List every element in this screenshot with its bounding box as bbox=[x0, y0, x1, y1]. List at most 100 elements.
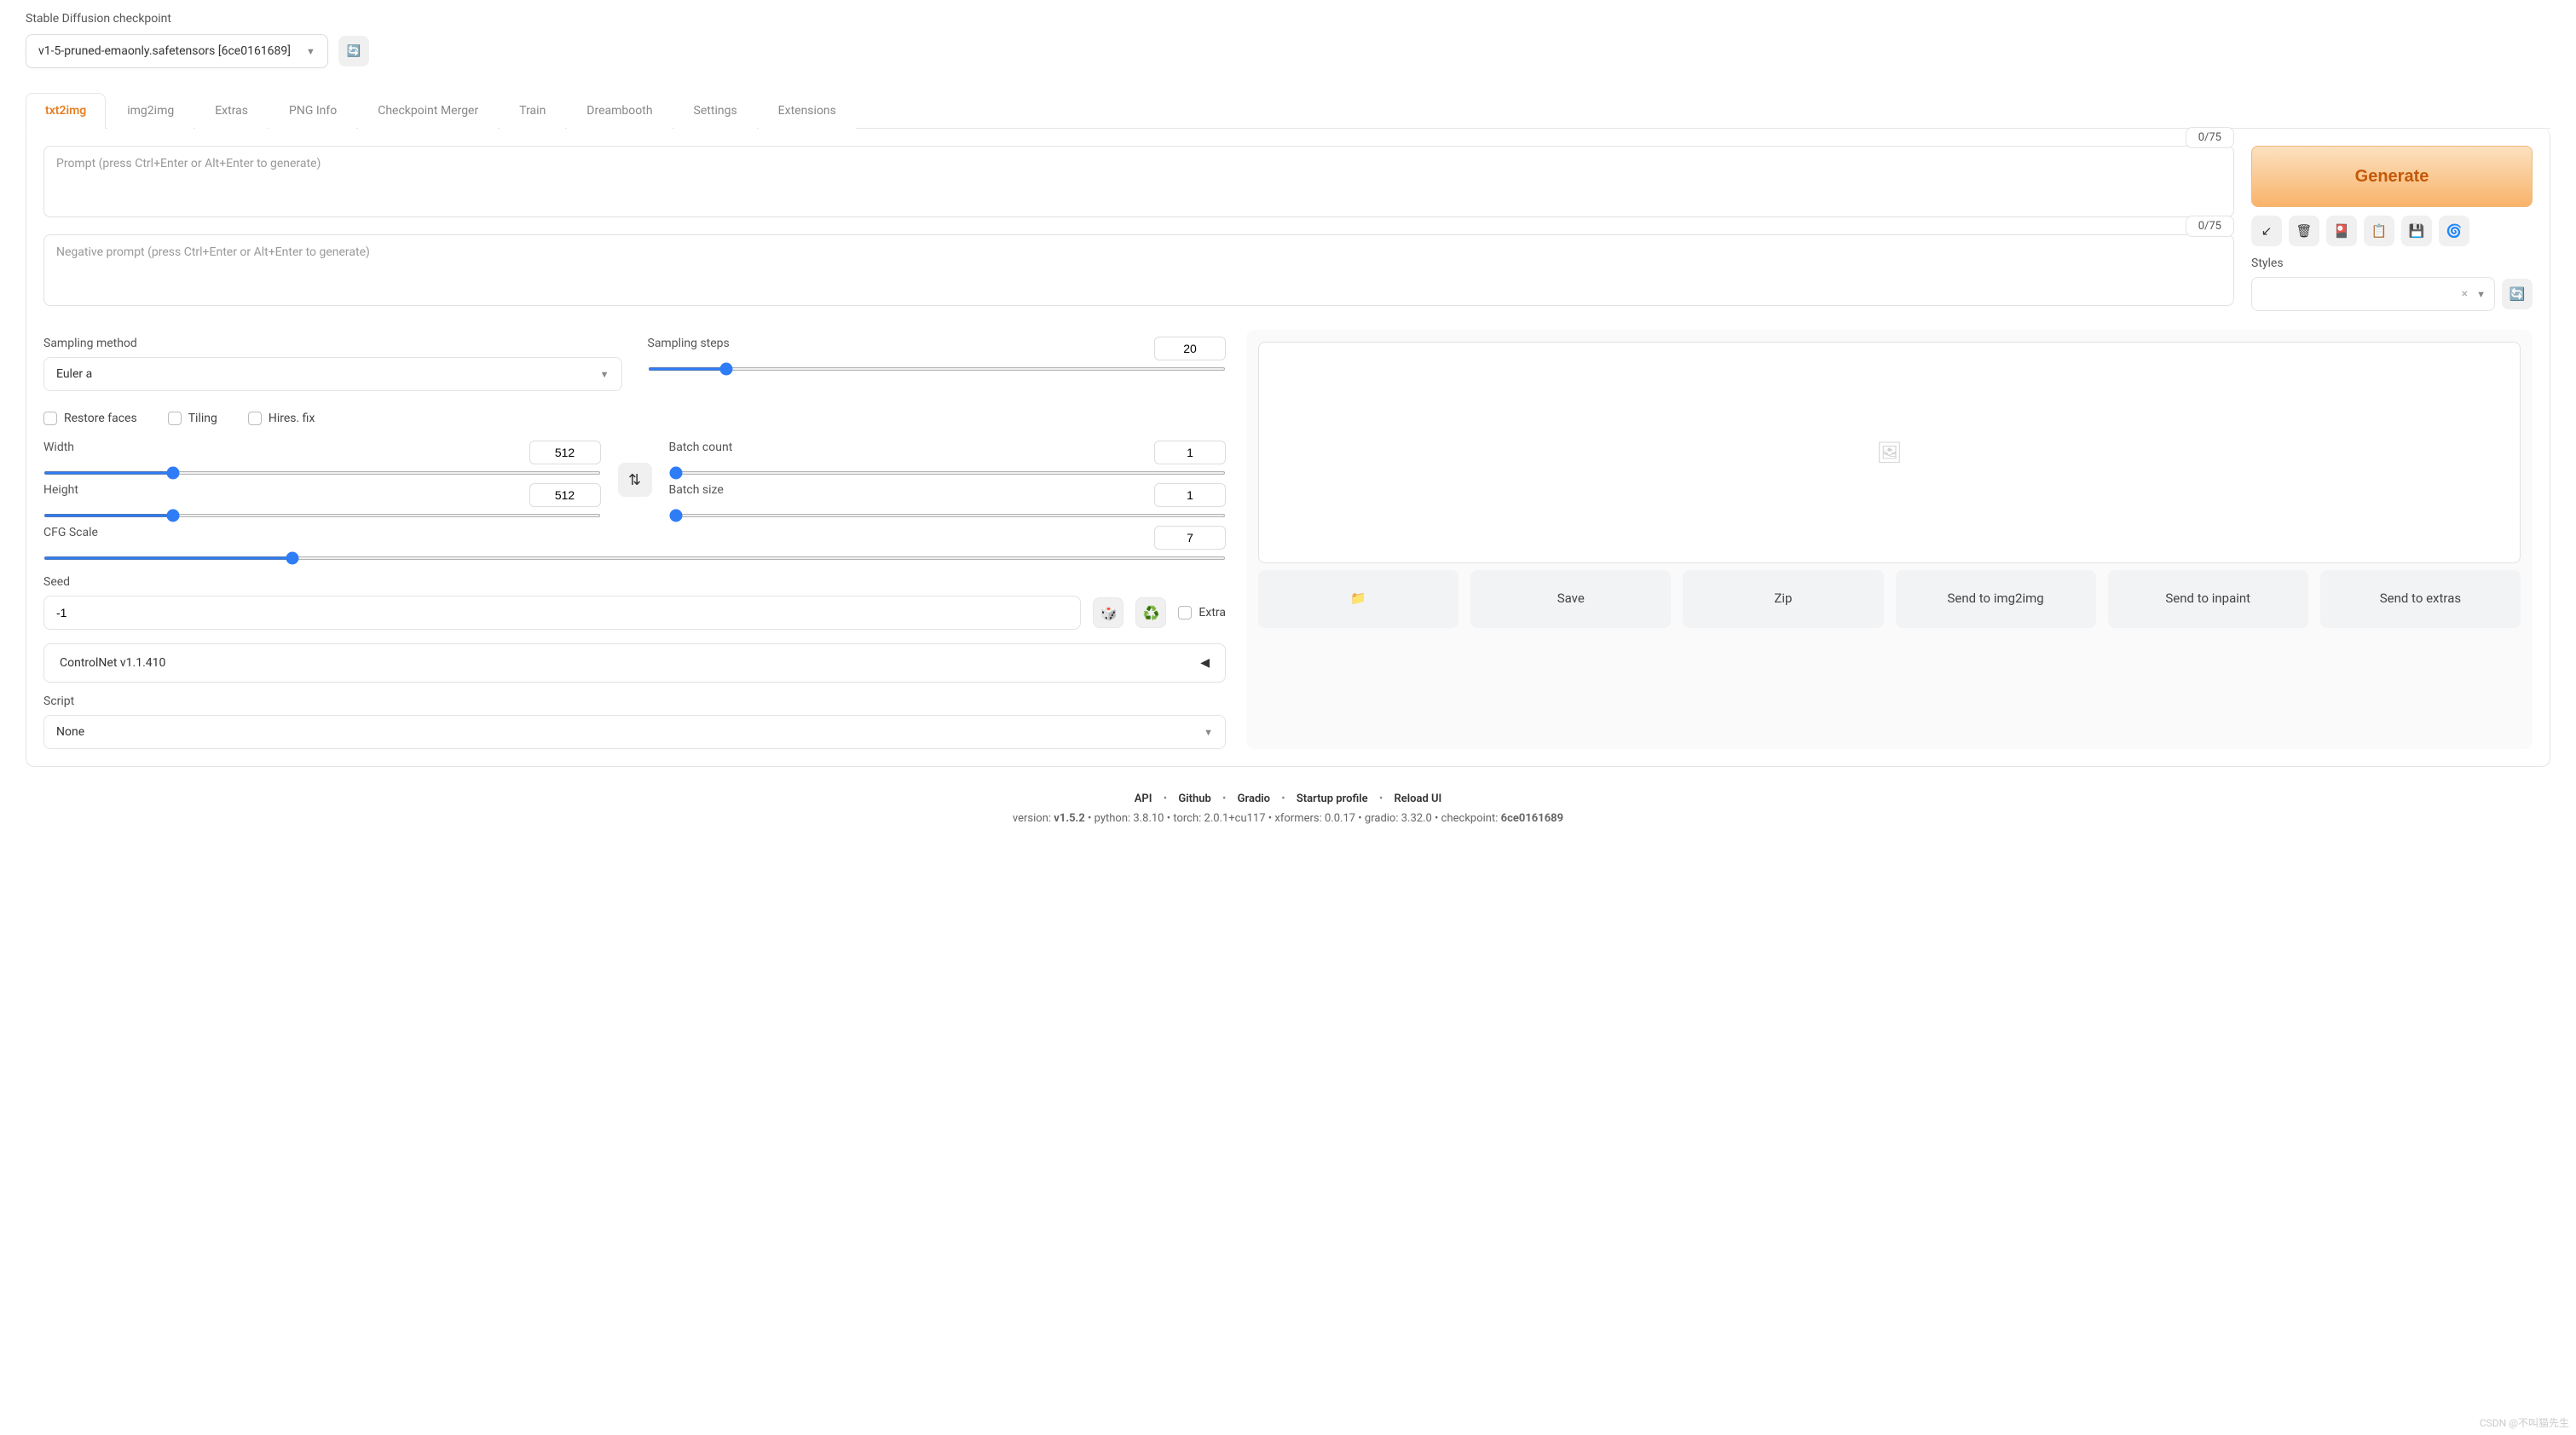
chevron-down-icon: ▼ bbox=[2476, 289, 2486, 300]
prompt-token-counter: 0/75 bbox=[2186, 127, 2234, 148]
tab-txt2img[interactable]: txt2img bbox=[26, 93, 106, 129]
checkpoint-value: v1-5-pruned-emaonly.safetensors [6ce0161… bbox=[38, 44, 291, 58]
random-seed-button[interactable]: 🎲 bbox=[1093, 597, 1123, 628]
batch-count-input[interactable] bbox=[1154, 441, 1226, 464]
sampling-method-label: Sampling method bbox=[43, 337, 622, 350]
trash-icon: 🗑 bbox=[2296, 223, 2312, 239]
restore-faces-checkbox[interactable]: Restore faces bbox=[43, 412, 137, 425]
footer-gradio-link[interactable]: Gradio bbox=[1238, 792, 1270, 805]
footer-github-link[interactable]: Github bbox=[1178, 792, 1210, 805]
recycle-icon: ♻️ bbox=[1142, 605, 1159, 621]
footer-reload-link[interactable]: Reload UI bbox=[1394, 792, 1441, 805]
tab-extensions[interactable]: Extensions bbox=[759, 93, 856, 129]
width-label: Width bbox=[43, 441, 74, 454]
styles-select[interactable]: × ▼ bbox=[2251, 277, 2495, 311]
footer-startup-link[interactable]: Startup profile bbox=[1297, 792, 1368, 805]
script-value: None bbox=[56, 725, 84, 739]
image-placeholder-icon: 🖼 bbox=[1876, 441, 1902, 464]
folder-icon: 📁 bbox=[1350, 591, 1366, 608]
paste-button[interactable]: ↙ bbox=[2251, 216, 2282, 246]
sampling-method-value: Euler a bbox=[56, 367, 92, 381]
sampling-steps-input[interactable] bbox=[1154, 337, 1226, 360]
sampling-steps-label: Sampling steps bbox=[648, 337, 730, 350]
tab-settings[interactable]: Settings bbox=[674, 93, 757, 129]
refresh-styles-button[interactable]: 🔄 bbox=[2502, 279, 2533, 309]
spiral-icon: 🌀 bbox=[2446, 223, 2463, 239]
footer-torch: torch: 2.0.1+cu117 bbox=[1173, 812, 1265, 825]
apply-style-button[interactable]: 🌀 bbox=[2439, 216, 2469, 246]
height-label: Height bbox=[43, 483, 78, 497]
seed-extra-checkbox[interactable]: Extra bbox=[1178, 606, 1226, 620]
tab-checkpoint-merger[interactable]: Checkpoint Merger bbox=[358, 93, 498, 129]
chevron-down-icon: ▼ bbox=[1204, 727, 1213, 738]
checkpoint-label: Stable Diffusion checkpoint bbox=[26, 12, 2550, 26]
tiling-checkbox[interactable]: Tiling bbox=[168, 412, 217, 425]
chevron-down-icon: ▼ bbox=[306, 46, 315, 57]
footer-xformers: xformers: 0.0.17 bbox=[1274, 812, 1355, 825]
send-to-extras-button[interactable]: Send to extras bbox=[2320, 570, 2521, 628]
tab-train[interactable]: Train bbox=[500, 93, 565, 129]
send-to-img2img-button[interactable]: Send to img2img bbox=[1896, 570, 2096, 628]
styles-label: Styles bbox=[2251, 256, 2533, 270]
footer-version: v1.5.2 bbox=[1054, 812, 1085, 825]
open-folder-button[interactable]: 📁 bbox=[1258, 570, 1458, 628]
clear-button[interactable]: 🗑 bbox=[2289, 216, 2319, 246]
sampling-steps-slider[interactable] bbox=[648, 367, 1227, 371]
refresh-icon: 🔄 bbox=[347, 44, 361, 58]
styles-clear[interactable]: × bbox=[2462, 287, 2468, 301]
zip-output-button[interactable]: Zip bbox=[1683, 570, 1883, 628]
hires-fix-checkbox[interactable]: Hires. fix bbox=[248, 412, 315, 425]
seed-input[interactable] bbox=[43, 596, 1081, 630]
batch-size-input[interactable] bbox=[1154, 483, 1226, 507]
save-output-button[interactable]: Save bbox=[1470, 570, 1671, 628]
main-tabs: txt2img img2img Extras PNG Info Checkpoi… bbox=[26, 92, 2550, 129]
footer-api-link[interactable]: API bbox=[1135, 792, 1152, 805]
save-icon: 💾 bbox=[2409, 223, 2425, 239]
save-style-button[interactable]: 💾 bbox=[2401, 216, 2432, 246]
send-to-inpaint-button[interactable]: Send to inpaint bbox=[2108, 570, 2308, 628]
arrow-down-left-icon: ↙ bbox=[2261, 223, 2273, 239]
checkpoint-select[interactable]: v1-5-pruned-emaonly.safetensors [6ce0161… bbox=[26, 34, 328, 68]
footer: API • Github • Gradio • Startup profile … bbox=[26, 792, 2550, 825]
cfg-scale-slider[interactable] bbox=[43, 556, 1226, 560]
refresh-icon: 🔄 bbox=[2510, 286, 2526, 302]
tab-img2img[interactable]: img2img bbox=[107, 93, 193, 129]
sampling-method-select[interactable]: Euler a ▼ bbox=[43, 357, 622, 391]
triangle-left-icon: ◀ bbox=[1200, 656, 1210, 670]
clipboard-button[interactable]: 📋 bbox=[2364, 216, 2394, 246]
controlnet-accordion[interactable]: ControlNet v1.1.410 ◀ bbox=[43, 643, 1226, 683]
script-select[interactable]: None ▼ bbox=[43, 715, 1226, 749]
chevron-down-icon: ▼ bbox=[600, 369, 609, 380]
swap-icon: ⇅ bbox=[628, 471, 641, 489]
reuse-seed-button[interactable]: ♻️ bbox=[1135, 597, 1166, 628]
footer-python: python: 3.8.10 bbox=[1095, 812, 1164, 825]
output-image-area: 🖼 bbox=[1258, 342, 2521, 563]
seed-label: Seed bbox=[43, 575, 1226, 589]
tab-png-info[interactable]: PNG Info bbox=[269, 93, 356, 129]
height-slider[interactable] bbox=[43, 514, 601, 517]
cfg-scale-label: CFG Scale bbox=[43, 526, 98, 539]
swap-dimensions-button[interactable]: ⇅ bbox=[618, 463, 652, 497]
cfg-scale-input[interactable] bbox=[1154, 526, 1226, 550]
card-icon: 🎴 bbox=[2334, 223, 2350, 239]
refresh-checkpoint-button[interactable]: 🔄 bbox=[338, 36, 369, 66]
script-label: Script bbox=[43, 694, 1226, 708]
tab-dreambooth[interactable]: Dreambooth bbox=[567, 93, 672, 129]
batch-count-slider[interactable] bbox=[669, 471, 1227, 475]
footer-checkpoint: 6ce0161689 bbox=[1501, 812, 1563, 825]
negative-prompt-input[interactable] bbox=[43, 234, 2234, 306]
footer-gradio-ver: gradio: 3.32.0 bbox=[1365, 812, 1432, 825]
prompt-input[interactable] bbox=[43, 146, 2234, 217]
width-input[interactable] bbox=[529, 441, 601, 464]
generate-button[interactable]: Generate bbox=[2251, 146, 2533, 207]
width-slider[interactable] bbox=[43, 471, 601, 475]
batch-size-slider[interactable] bbox=[669, 514, 1227, 517]
batch-count-label: Batch count bbox=[669, 441, 733, 454]
dice-icon: 🎲 bbox=[1100, 605, 1117, 621]
height-input[interactable] bbox=[529, 483, 601, 507]
tab-extras[interactable]: Extras bbox=[195, 93, 268, 129]
controlnet-title: ControlNet v1.1.410 bbox=[60, 656, 165, 670]
checkbox-icon bbox=[1178, 606, 1192, 620]
extra-networks-button[interactable]: 🎴 bbox=[2326, 216, 2357, 246]
batch-size-label: Batch size bbox=[669, 483, 724, 497]
